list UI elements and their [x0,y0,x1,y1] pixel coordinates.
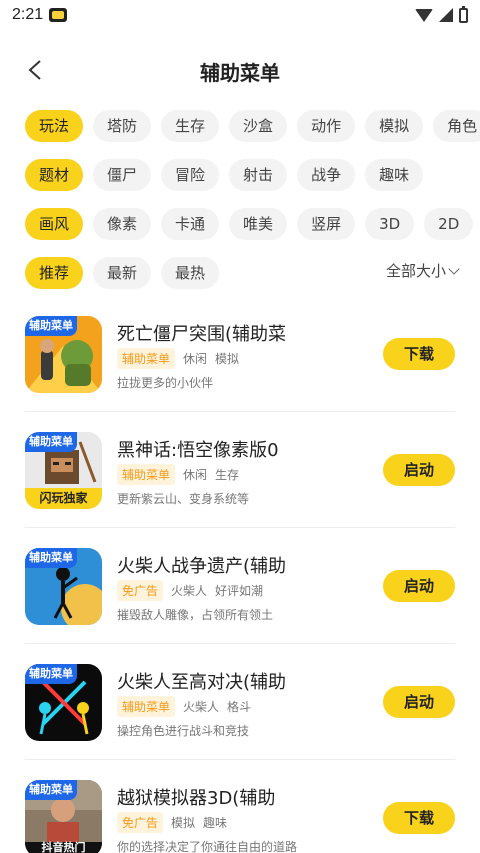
status-bar: 2:21 [0,0,480,30]
game-badge: 辅助菜单 [25,548,77,568]
game-thumbnail: 辅助菜单 抖音热门 [25,780,102,853]
wifi-icon [415,8,433,22]
sort-recommended[interactable]: 推荐 [25,257,84,289]
sort-hottest[interactable]: 最热 [161,257,220,289]
filter-chip[interactable]: 卡通 [161,208,220,240]
filter-chip[interactable]: 动作 [297,110,356,142]
game-tags: 辅助菜单 休闲 模拟 [117,348,239,369]
download-button[interactable]: 下载 [383,802,455,834]
game-badge: 辅助菜单 [25,780,77,800]
filter-chip[interactable]: 生存 [161,110,220,142]
game-tag: 好评如潮 [215,584,264,598]
game-tag-highlight: 免广告 [117,580,164,601]
game-tag-highlight: 辅助菜单 [117,348,176,369]
filter-chip[interactable]: 沙盒 [229,110,288,142]
game-thumbnail: 辅助菜单 闪玩独家 [25,432,102,509]
game-description: 拉拢更多的小伙伴 [117,376,214,390]
size-filter-label: 全部大小 [385,262,446,280]
filter-category-gameplay[interactable]: 玩法 [25,110,84,142]
status-icons [415,5,468,23]
game-title: 火柴人至高对决(辅助 [117,672,287,693]
filter-chip[interactable]: 竖屏 [297,208,356,240]
game-badge: 辅助菜单 [25,432,77,452]
filter-category-theme[interactable]: 题材 [25,159,84,191]
game-badge: 辅助菜单 [25,316,77,336]
game-thumbnail: 辅助菜单 [25,548,102,625]
launch-button[interactable]: 启动 [383,454,455,486]
game-badge: 辅助菜单 [25,664,77,684]
list-item[interactable]: 辅助菜单 闪玩独家 黑神话:悟空像素版0 辅助菜单 休闲 生存 更新紫云山、变身… [25,412,455,528]
thumbnail-caption: 抖音热门 [41,841,86,853]
launch-button[interactable]: 启动 [383,570,455,602]
game-title: 火柴人战争遗产(辅助 [117,556,287,577]
back-arrow-icon[interactable] [25,59,47,81]
game-description: 你的选择决定了你通往自由的道路 [117,840,298,853]
game-tag: 休闲 [183,468,208,482]
game-thumbnail: 辅助菜单 [25,316,102,393]
filter-row-sort: 推荐 最新 最热 [25,257,220,289]
game-tag: 趣味 [203,816,228,830]
filter-chip[interactable]: 3D [365,208,415,240]
game-tag: 模拟 [171,816,196,830]
game-title: 越狱模拟器3D(辅助 [117,788,276,809]
filter-chip[interactable]: 战争 [297,159,356,191]
game-tags: 辅助菜单 火柴人 格斗 [117,696,251,717]
filter-chip[interactable]: 僵尸 [93,159,152,191]
filter-chip[interactable]: 像素 [93,208,152,240]
game-tags: 免广告 模拟 趣味 [117,812,227,833]
game-tag-highlight: 辅助菜单 [117,696,176,717]
battery-icon [459,5,468,23]
download-button[interactable]: 下载 [383,338,455,370]
game-tag: 火柴人 [171,584,208,598]
game-description: 摧毁敌人雕像，占领所有领土 [117,608,274,622]
game-thumbnail: 辅助菜单 [25,664,102,741]
size-filter-dropdown[interactable]: 全部大小 [385,260,460,281]
game-description: 更新紫云山、变身系统等 [117,492,250,506]
list-item[interactable]: 辅助菜单 死亡僵尸突围(辅助菜 辅助菜单 休闲 模拟 拉拢更多的小伙伴 下载 [25,296,455,412]
list-item[interactable]: 辅助菜单 火柴人至高对决(辅助 辅助菜单 火柴人 格斗 操控角色进行战斗和竞技 … [25,644,455,760]
game-tag: 休闲 [183,352,208,366]
app-notification-icon [49,8,68,22]
game-tag-highlight: 辅助菜单 [117,464,176,485]
launch-button[interactable]: 启动 [383,686,455,718]
filter-chip[interactable]: 趣味 [365,159,424,191]
game-tags: 免广告 火柴人 好评如潮 [117,580,263,601]
filter-chip[interactable]: 唯美 [229,208,288,240]
list-item[interactable]: 辅助菜单 抖音热门 越狱模拟器3D(辅助 免广告 模拟 趣味 你的选择决定了你通… [25,760,455,853]
game-tag: 格斗 [227,700,252,714]
chevron-down-icon [448,262,460,275]
filter-chip[interactable]: 模拟 [365,110,424,142]
filter-chip[interactable]: 射击 [229,159,288,191]
game-tag: 生存 [215,468,240,482]
list-item[interactable]: 辅助菜单 火柴人战争遗产(辅助 免广告 火柴人 好评如潮 摧毁敌人雕像，占领所有… [25,528,455,644]
game-title: 死亡僵尸突围(辅助菜 [117,324,287,345]
filter-chip[interactable]: 角色 [433,110,480,142]
page-title: 辅助菜单 [200,60,280,85]
filter-row-theme: 题材 僵尸 冒险 射击 战争 趣味 [25,159,424,191]
game-tags: 辅助菜单 休闲 生存 [117,464,239,485]
filter-chip[interactable]: 2D [424,208,474,240]
filter-category-art-style[interactable]: 画风 [25,208,84,240]
thumbnail-caption: 闪玩独家 [39,491,88,505]
game-description: 操控角色进行战斗和竞技 [117,724,250,738]
status-time: 2:21 [12,6,44,23]
header: 辅助菜单 [0,45,480,97]
sort-newest[interactable]: 最新 [93,257,152,289]
filter-chip[interactable]: 塔防 [93,110,152,142]
filter-row-gameplay: 玩法 塔防 生存 沙盒 动作 模拟 角色 [25,110,480,142]
game-title: 黑神话:悟空像素版0 [117,440,279,461]
game-tag: 模拟 [215,352,240,366]
signal-icon [439,8,453,22]
game-tag: 火柴人 [183,700,220,714]
game-tag-highlight: 免广告 [117,812,164,833]
filter-row-art-style: 画风 像素 卡通 唯美 竖屏 3D 2D [25,208,474,240]
filter-chip[interactable]: 冒险 [161,159,220,191]
